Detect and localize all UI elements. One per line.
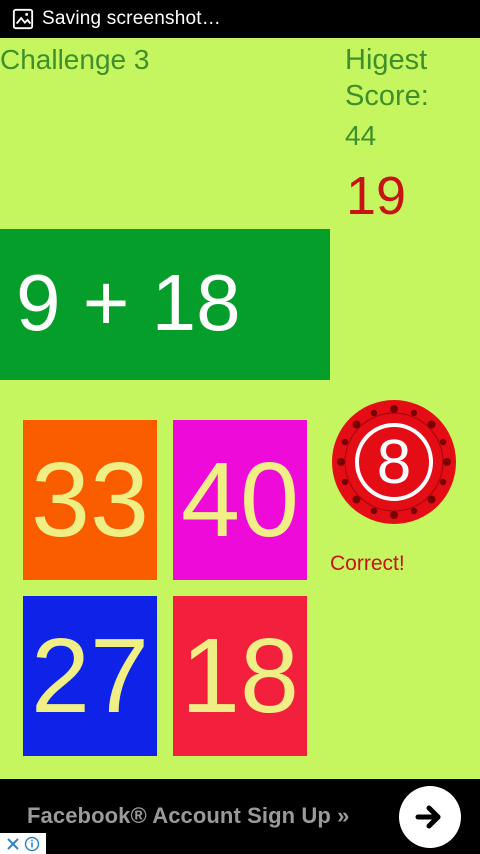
ad-choices[interactable] [0,833,46,854]
answer-tile-1[interactable]: 33 [23,420,157,580]
timer-value: 8 [376,427,412,497]
answer-tile-4[interactable]: 18 [173,596,307,756]
highest-score-value: 44 [345,120,377,151]
question-expression: 9 + 18 [16,257,241,347]
status-bar: Saving screenshot… [0,0,480,38]
ad-banner[interactable]: Facebook® Account Sign Up » [0,779,480,854]
current-score: 19 [346,166,407,226]
ad-text[interactable]: Facebook® Account Sign Up » [27,803,349,829]
answer-value-4: 18 [181,617,299,735]
screenshot-icon [12,8,34,30]
feedback-text: Correct! [330,552,405,575]
game-screen: Saving screenshot… Challenge 3 Higest Sc… [0,0,480,854]
countdown-timer: 8 [330,398,458,526]
close-icon[interactable] [6,837,20,851]
highest-score-label: Higest Score: [345,44,429,112]
ad-arrow-button[interactable] [399,786,461,848]
answer-value-1: 33 [31,441,149,559]
challenge-title: Challenge 3 [0,44,150,75]
answer-tile-2[interactable]: 40 [173,420,307,580]
info-icon[interactable] [24,836,40,852]
question-banner: 9 + 18 [0,229,330,380]
status-notification-text: Saving screenshot… [42,8,221,29]
answer-value-2: 40 [181,441,299,559]
answer-value-3: 27 [31,617,149,735]
answer-tile-3[interactable]: 27 [23,596,157,756]
arrow-right-icon [415,805,441,829]
